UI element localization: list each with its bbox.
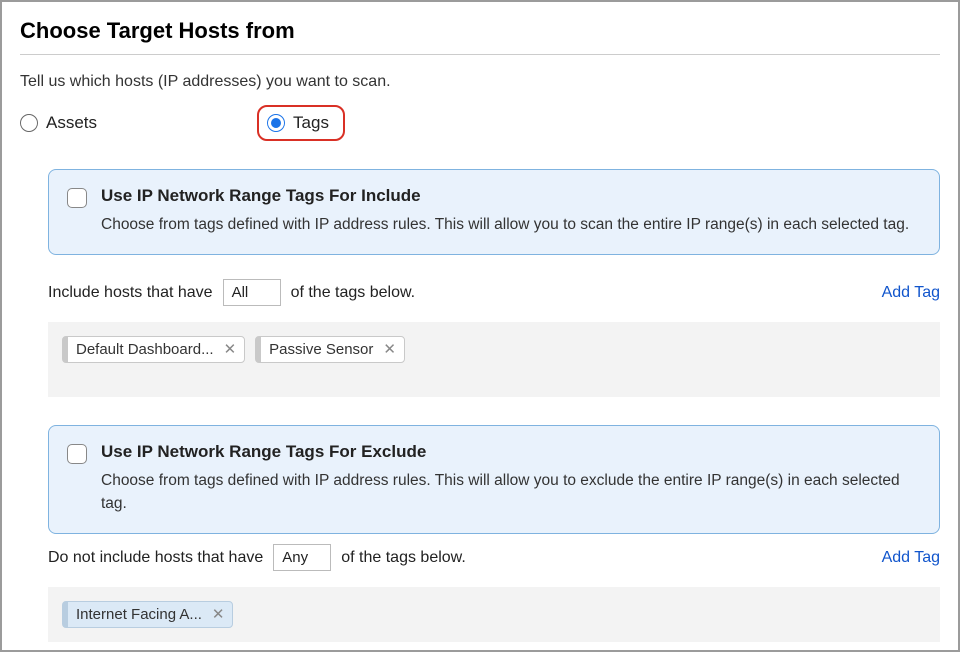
include-tags-area: Default Dashboard... ✕ Passive Sensor ✕: [48, 322, 940, 397]
include-ip-range-panel: Use IP Network Range Tags For Include Ch…: [48, 169, 940, 255]
target-host-radio-group: Assets Tags: [20, 105, 940, 141]
close-icon[interactable]: ✕: [212, 607, 225, 622]
radio-assets[interactable]: Assets: [20, 113, 97, 133]
add-exclude-tag-link[interactable]: Add Tag: [882, 549, 940, 567]
radio-icon: [267, 114, 285, 132]
include-filter-suffix: of the tags below.: [291, 284, 416, 302]
tag-chip[interactable]: Internet Facing A... ✕: [62, 601, 233, 628]
add-include-tag-link[interactable]: Add Tag: [882, 284, 940, 302]
include-ip-range-checkbox[interactable]: [67, 188, 87, 208]
tag-chip[interactable]: Passive Sensor ✕: [255, 336, 405, 363]
exclude-filter-prefix: Do not include hosts that have: [48, 549, 263, 567]
include-panel-title: Use IP Network Range Tags For Include: [101, 186, 909, 206]
exclude-match-select[interactable]: Any: [273, 544, 331, 571]
tag-label: Default Dashboard...: [76, 341, 214, 358]
include-filter-prefix: Include hosts that have: [48, 284, 213, 302]
exclude-ip-range-panel: Use IP Network Range Tags For Exclude Ch…: [48, 425, 940, 534]
exclude-panel-text: Use IP Network Range Tags For Exclude Ch…: [101, 442, 921, 515]
radio-tags-label: Tags: [293, 113, 329, 133]
exclude-filter-row: Do not include hosts that have Any of th…: [48, 544, 940, 571]
tag-label: Internet Facing A...: [76, 606, 202, 623]
intro-text: Tell us which hosts (IP addresses) you w…: [20, 73, 940, 91]
tag-label: Passive Sensor: [269, 341, 373, 358]
radio-assets-label: Assets: [46, 113, 97, 133]
close-icon[interactable]: ✕: [224, 342, 237, 357]
radio-icon: [20, 114, 38, 132]
radio-dot-icon: [271, 118, 281, 128]
close-icon[interactable]: ✕: [383, 342, 396, 357]
exclude-tags-area: Internet Facing A... ✕: [48, 587, 940, 642]
radio-tags[interactable]: Tags: [267, 113, 329, 133]
exclude-filter-suffix: of the tags below.: [341, 549, 466, 567]
include-panel-desc: Choose from tags defined with IP address…: [101, 214, 909, 236]
tag-chip[interactable]: Default Dashboard... ✕: [62, 336, 245, 363]
tags-content: Use IP Network Range Tags For Include Ch…: [20, 169, 940, 642]
include-filter-row: Include hosts that have All of the tags …: [48, 279, 940, 306]
exclude-ip-range-checkbox[interactable]: [67, 444, 87, 464]
include-panel-text: Use IP Network Range Tags For Include Ch…: [101, 186, 909, 236]
exclude-panel-desc: Choose from tags defined with IP address…: [101, 470, 921, 515]
include-match-select[interactable]: All: [223, 279, 281, 306]
radio-tags-highlight: Tags: [257, 105, 345, 141]
exclude-panel-title: Use IP Network Range Tags For Exclude: [101, 442, 921, 462]
page-title: Choose Target Hosts from: [20, 12, 940, 55]
